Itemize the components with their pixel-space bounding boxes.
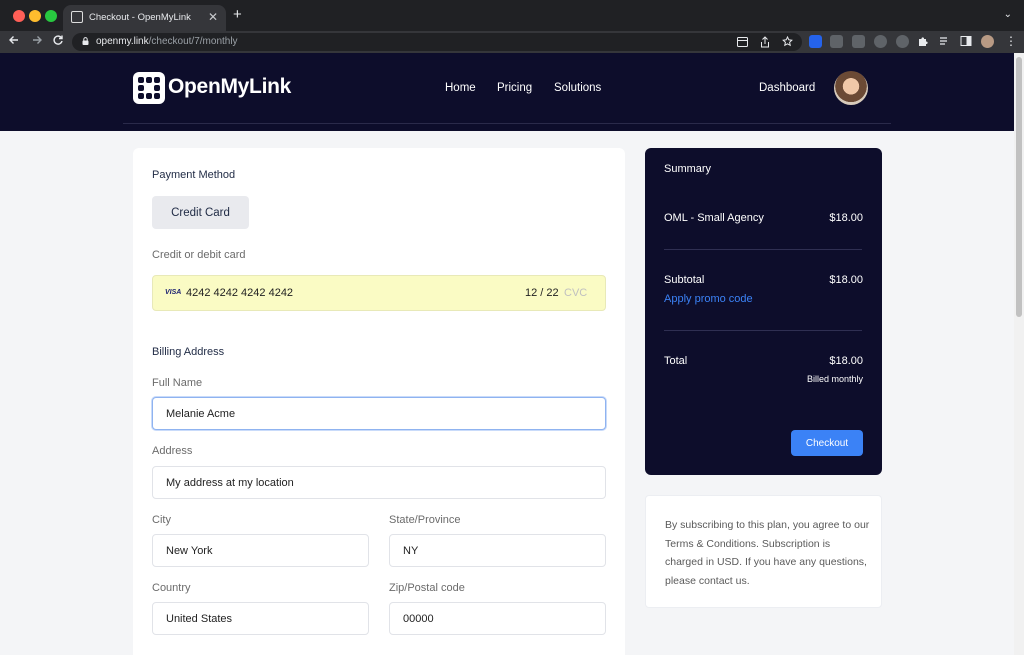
full-name-input[interactable] <box>152 397 606 430</box>
billing-cycle: Billed monthly <box>806 374 863 384</box>
lock-icon <box>82 37 89 45</box>
card-label: Credit or debit card <box>152 249 246 261</box>
total-value: $18.00 <box>829 355 863 367</box>
page: OpenMyLink Home Pricing Solutions Dashbo… <box>0 53 1014 655</box>
city-label: City <box>152 514 171 526</box>
reading-list-icon[interactable] <box>939 35 951 47</box>
state-input[interactable] <box>389 534 606 567</box>
star-icon[interactable] <box>782 36 793 47</box>
nav-dashboard[interactable]: Dashboard <box>759 82 815 94</box>
puzzle-icon[interactable] <box>917 35 929 47</box>
tab-title: Checkout - OpenMyLink <box>89 12 191 23</box>
extension-icon[interactable] <box>874 35 887 48</box>
total-label: Total <box>664 355 688 367</box>
scrollbar[interactable] <box>1014 53 1024 655</box>
tab-close-icon[interactable]: ✕ <box>208 10 218 24</box>
payment-method-title: Payment Method <box>152 169 236 181</box>
menu-dots-icon[interactable]: ⋮ <box>1005 34 1017 48</box>
side-panel-icon[interactable] <box>960 35 972 47</box>
card-number[interactable]: 4242 4242 4242 4242 <box>186 287 293 299</box>
extension-icon[interactable] <box>896 35 909 48</box>
summary-divider <box>664 330 862 331</box>
address-input[interactable] <box>152 466 606 499</box>
terms-text: By subscribing to this plan, you agree t… <box>665 519 870 587</box>
site-header: OpenMyLink Home Pricing Solutions Dashbo… <box>0 53 1014 131</box>
share-icon[interactable] <box>760 36 770 48</box>
country-input[interactable] <box>152 602 369 635</box>
back-arrow-icon[interactable] <box>8 34 20 50</box>
country-label: Country <box>152 582 191 594</box>
card-cvc[interactable]: CVC <box>564 287 587 299</box>
order-summary: Summary OML - Small Agency $18.00 Subtot… <box>645 148 882 475</box>
promo-code-link[interactable]: Apply promo code <box>664 293 753 305</box>
subtotal-value: $18.00 <box>829 274 863 286</box>
extension-icon[interactable] <box>809 35 822 48</box>
credit-card-button[interactable]: Credit Card <box>152 196 249 229</box>
plan-price: $18.00 <box>829 212 863 224</box>
card-input[interactable]: VISA 4242 4242 4242 4242 12 / 22 CVC <box>152 275 606 311</box>
plan-name: OML - Small Agency <box>664 212 764 224</box>
nav-pricing[interactable]: Pricing <box>497 82 532 94</box>
summary-title: Summary <box>664 163 712 175</box>
browser-tab-bar: Checkout - OpenMyLink ✕ + ⌄ <box>0 0 1024 31</box>
avatar[interactable] <box>834 71 868 105</box>
brand-name[interactable]: OpenMyLink <box>168 75 291 99</box>
favicon-icon <box>71 11 83 23</box>
city-input[interactable] <box>152 534 369 567</box>
visa-icon: VISA <box>165 289 182 296</box>
card-expiry[interactable]: 12 / 22 <box>525 287 559 299</box>
extension-icon[interactable] <box>830 35 843 48</box>
summary-divider <box>664 249 862 250</box>
extension-icon[interactable] <box>852 35 865 48</box>
header-divider <box>123 123 891 124</box>
checkout-button[interactable]: Checkout <box>791 430 863 456</box>
forward-arrow-icon[interactable] <box>31 34 43 50</box>
tab-search-icon[interactable]: ⌄ <box>1004 9 1012 20</box>
subtotal-label: Subtotal <box>664 274 705 286</box>
state-label: State/Province <box>389 514 461 526</box>
url-text: openmy.link/checkout/7/monthly <box>96 36 238 47</box>
checkout-form-card: Payment Method Credit Card Credit or deb… <box>133 148 625 655</box>
profile-icon[interactable] <box>981 35 994 48</box>
card-icon[interactable] <box>737 37 748 47</box>
browser-tab[interactable]: Checkout - OpenMyLink ✕ <box>63 5 226 31</box>
new-tab-button[interactable]: + <box>233 7 242 23</box>
address-bar[interactable]: openmy.link/checkout/7/monthly <box>72 33 802 51</box>
logo-icon[interactable] <box>133 72 165 104</box>
minimize-window-button[interactable] <box>29 10 41 22</box>
nav-solutions[interactable]: Solutions <box>554 82 601 94</box>
zip-label: Zip/Postal code <box>389 582 465 594</box>
reload-icon[interactable] <box>52 34 64 50</box>
nav-home[interactable]: Home <box>445 82 476 94</box>
billing-address-title: Billing Address <box>152 346 225 358</box>
maximize-window-button[interactable] <box>45 10 57 22</box>
terms-card: By subscribing to this plan, you agree t… <box>645 495 882 608</box>
zip-input[interactable] <box>389 602 606 635</box>
browser-toolbar: openmy.link/checkout/7/monthly ⋮ <box>0 31 1024 53</box>
close-window-button[interactable] <box>13 10 25 22</box>
full-name-label: Full Name <box>152 377 203 389</box>
scrollbar-thumb[interactable] <box>1016 57 1022 317</box>
address-label: Address <box>152 445 193 457</box>
